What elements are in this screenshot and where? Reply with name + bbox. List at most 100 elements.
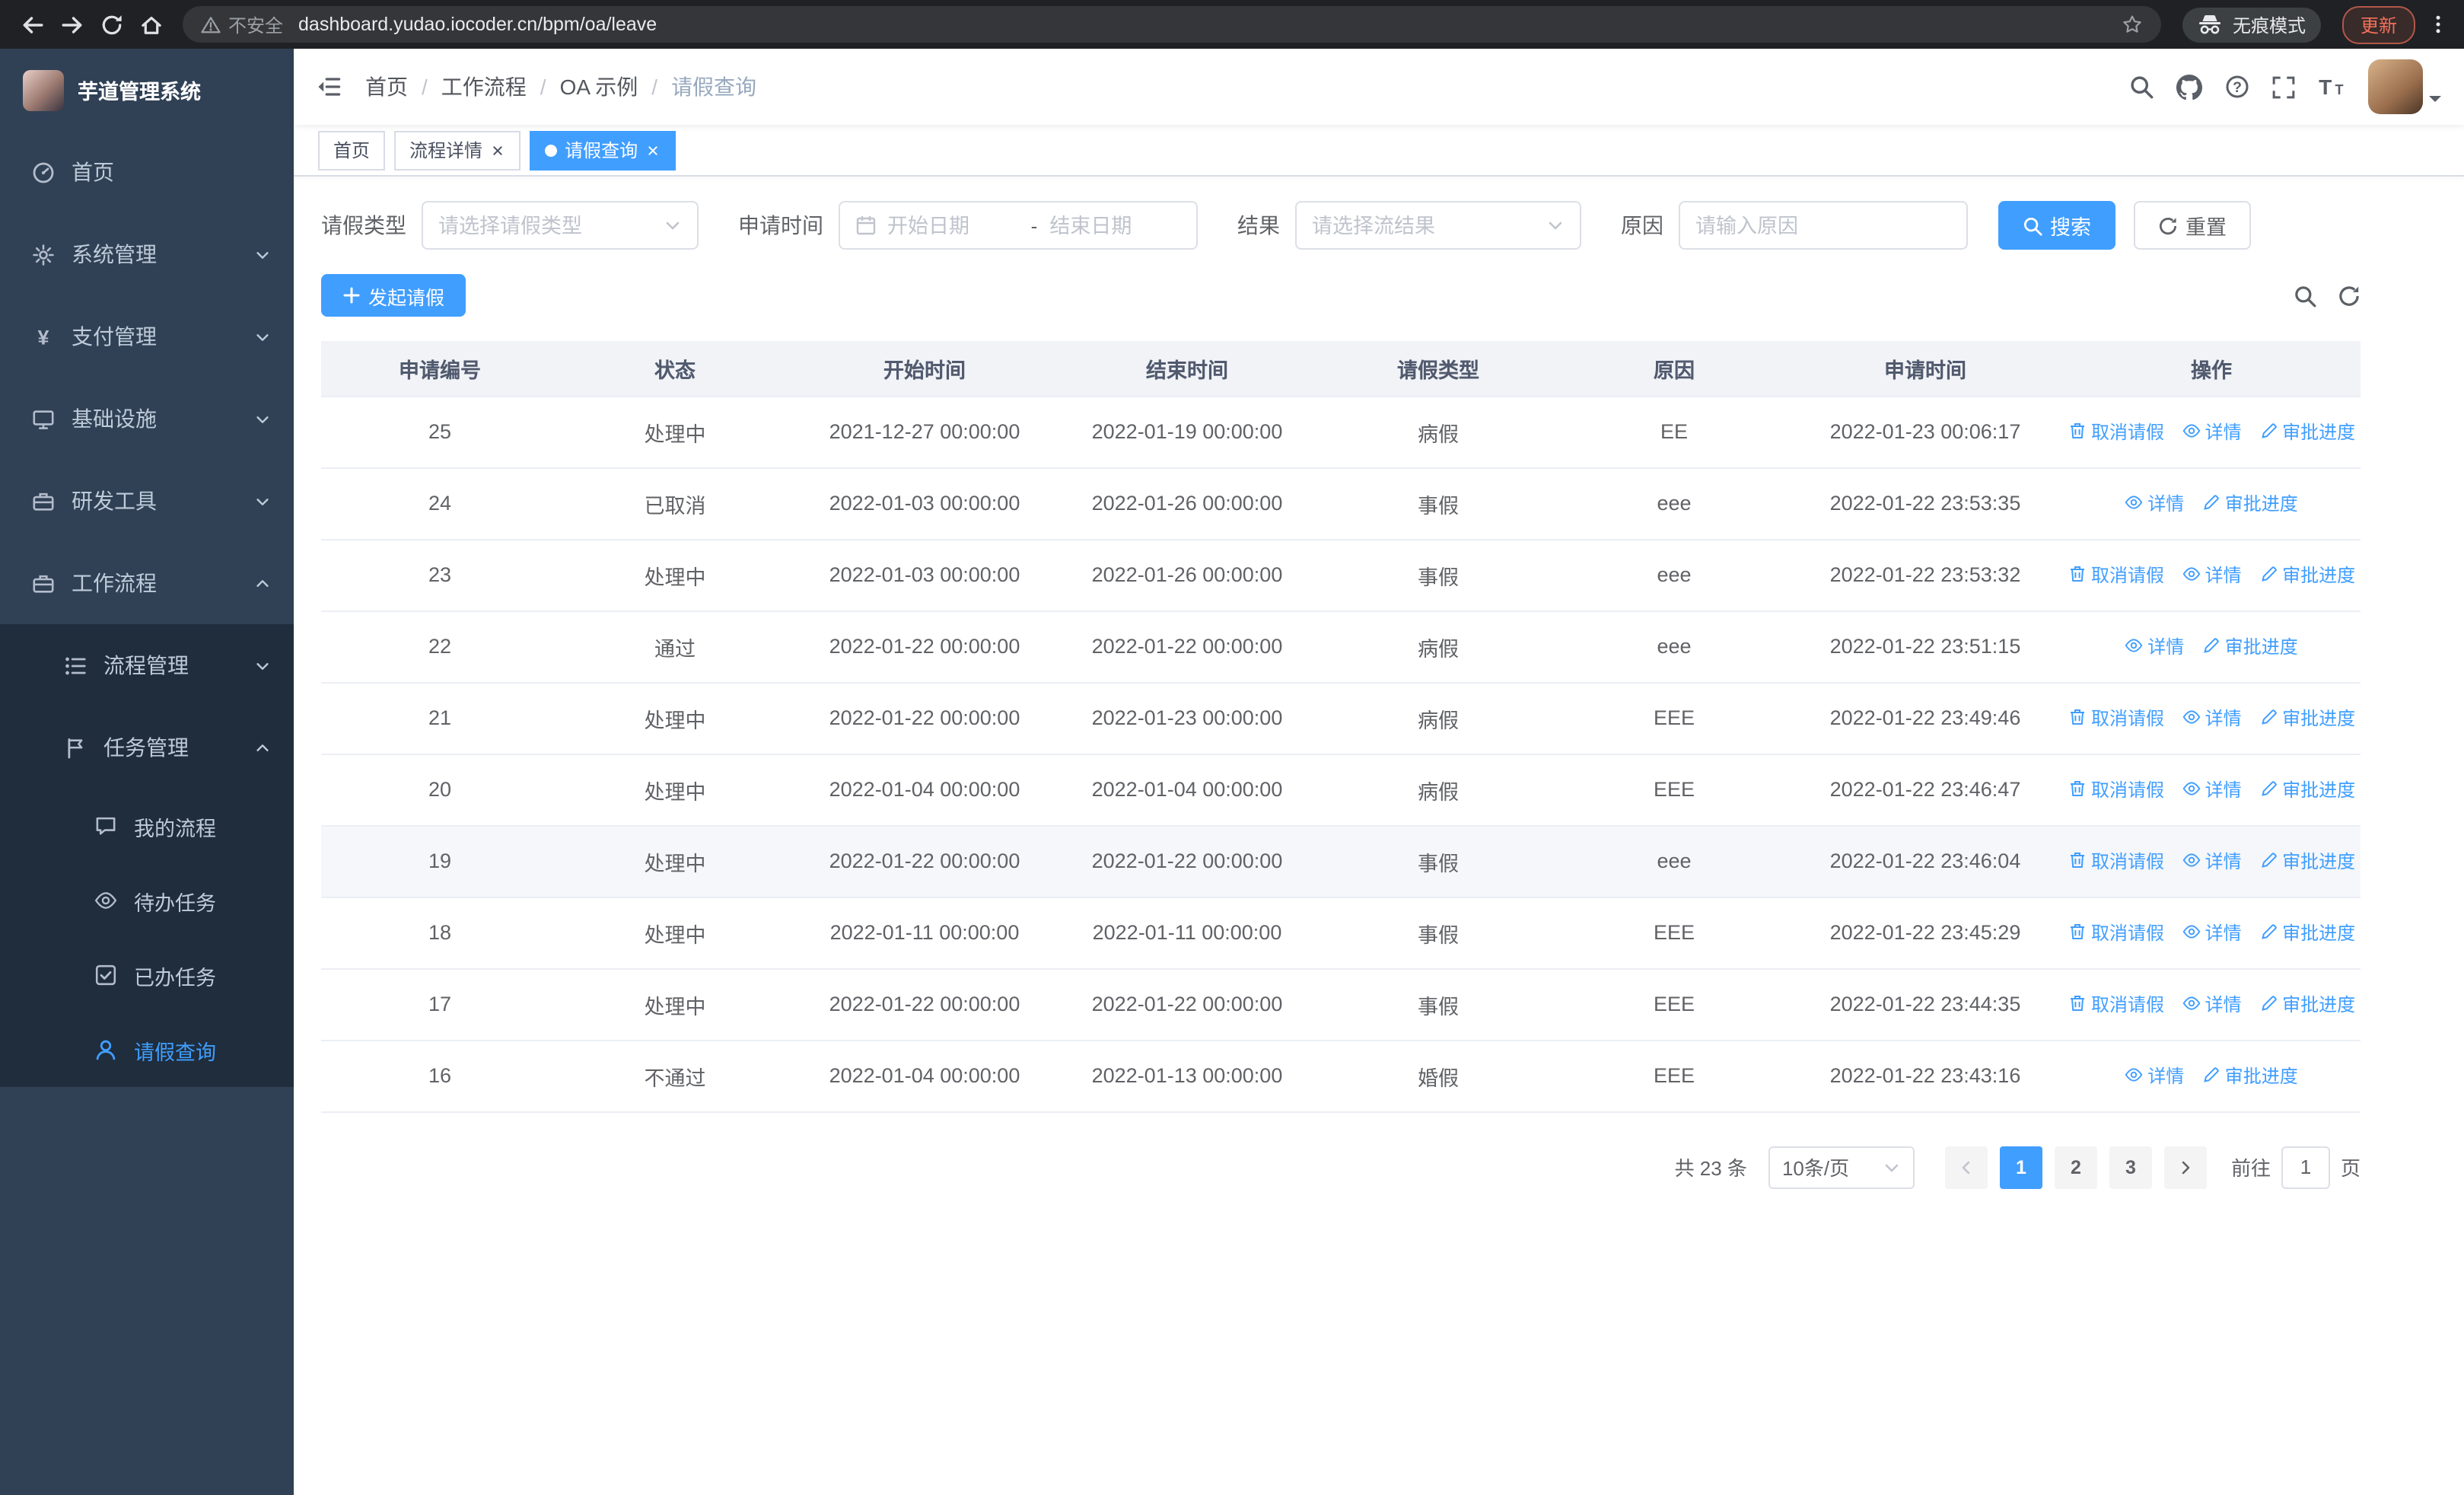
reason-field[interactable] (1679, 201, 1968, 250)
cancel-leave-link[interactable]: 取消请假 (2068, 991, 2164, 1017)
cancel-leave-link[interactable]: 取消请假 (2068, 705, 2164, 731)
sidebar-item-todo-tasks[interactable]: 待办任务 (0, 863, 294, 938)
close-icon[interactable] (645, 142, 661, 158)
goto-page-input[interactable] (2281, 1146, 2330, 1188)
sidebar-item-system[interactable]: 系统管理 (0, 213, 294, 295)
browser-forward-button[interactable] (52, 5, 91, 44)
sidebar-item-infra[interactable]: 基础设施 (0, 378, 294, 460)
refresh-table-button[interactable] (2338, 284, 2361, 307)
cancel-leave-link[interactable]: 取消请假 (2068, 920, 2164, 945)
browser-back-button[interactable] (12, 5, 52, 44)
detail-link[interactable]: 详情 (2182, 991, 2242, 1017)
breadcrumb-oa-example[interactable]: OA 示例 (560, 72, 638, 102)
approval-progress-link[interactable]: 审批进度 (2202, 490, 2298, 516)
reload-icon (100, 13, 123, 36)
close-icon[interactable] (490, 142, 505, 158)
toggle-search-button[interactable] (2294, 284, 2316, 307)
reset-button[interactable]: 重置 (2134, 201, 2251, 250)
sidebar-toggle-button[interactable] (317, 75, 341, 99)
delete-icon (2068, 566, 2087, 584)
approval-progress-link[interactable]: 审批进度 (2259, 419, 2355, 445)
sidebar-item-process-mgmt[interactable]: 流程管理 (0, 624, 294, 706)
view-icon (2182, 923, 2201, 942)
sidebar-item-label: 我的流程 (134, 817, 216, 840)
search-button[interactable]: 搜索 (1998, 201, 2115, 250)
page-size-select[interactable]: 10条/页 (1768, 1146, 1915, 1188)
approval-progress-link[interactable]: 审批进度 (2259, 991, 2355, 1017)
tab-leave-query[interactable]: 请假查询 (530, 130, 676, 170)
approval-progress-link[interactable]: 审批进度 (2202, 633, 2298, 659)
detail-link[interactable]: 详情 (2182, 920, 2242, 945)
detail-link[interactable]: 详情 (2125, 633, 2184, 659)
detail-link[interactable]: 详情 (2125, 1063, 2184, 1089)
detail-link[interactable]: 详情 (2125, 490, 2184, 516)
result-input[interactable] (1312, 214, 1537, 237)
reason-input[interactable] (1695, 214, 1951, 237)
breadcrumb-home[interactable]: 首页 (365, 72, 408, 102)
help-button[interactable] (2225, 75, 2249, 99)
sidebar-item-leave-query[interactable]: 请假查询 (0, 1012, 294, 1087)
sidebar-item-dev-tools[interactable]: 研发工具 (0, 460, 294, 542)
browser-home-button[interactable] (131, 5, 170, 44)
col-start-time: 开始时间 (791, 341, 1058, 397)
user-menu[interactable] (2368, 59, 2441, 114)
sidebar-item-done-tasks[interactable]: 已办任务 (0, 938, 294, 1012)
browser-update-button[interactable]: 更新 (2341, 5, 2415, 43)
chevron-down-icon (1883, 1158, 1901, 1176)
chevron-up-icon (254, 575, 271, 591)
view-icon (2182, 566, 2201, 584)
sidebar-item-workflow[interactable]: 工作流程 (0, 542, 294, 624)
plus-icon (342, 286, 361, 304)
approval-progress-link[interactable]: 审批进度 (2259, 776, 2355, 802)
cancel-leave-link[interactable]: 取消请假 (2068, 562, 2164, 588)
leave-type-input[interactable] (438, 214, 654, 237)
approval-progress-link[interactable]: 审批进度 (2259, 848, 2355, 874)
prev-page-button[interactable] (1944, 1146, 1988, 1188)
approval-progress-link[interactable]: 审批进度 (2259, 562, 2355, 588)
table-row: 17 处理中 2022-01-22 00:00:00 2022-01-22 00:00… (321, 968, 2361, 1041)
fullscreen-button[interactable] (2272, 75, 2295, 98)
cancel-leave-link[interactable]: 取消请假 (2068, 419, 2164, 445)
end-date-input[interactable] (1049, 214, 1181, 237)
page-button-2[interactable]: 2 (2054, 1146, 2097, 1188)
apply-time-range-picker[interactable]: - (839, 201, 1198, 250)
chevron-up-icon (254, 739, 271, 756)
security-label: 不安全 (228, 14, 284, 36)
tab-label: 流程详情 (409, 140, 483, 161)
github-link[interactable] (2176, 74, 2202, 100)
detail-link[interactable]: 详情 (2182, 562, 2242, 588)
tab-process-detail[interactable]: 流程详情 (394, 130, 521, 170)
leave-type-select[interactable] (422, 201, 699, 250)
address-bar[interactable]: 不安全 dashboard.yudao.iocoder.cn/bpm/oa/le… (183, 6, 2161, 43)
cancel-leave-link[interactable]: 取消请假 (2068, 776, 2164, 802)
header-search-button[interactable] (2129, 75, 2154, 99)
approval-progress-link[interactable]: 审批进度 (2202, 1063, 2298, 1089)
page-button-3[interactable]: 3 (2109, 1146, 2152, 1188)
start-date-input[interactable] (887, 214, 1019, 237)
sidebar-item-task-mgmt[interactable]: 任务管理 (0, 706, 294, 789)
edit-icon (2202, 637, 2220, 655)
result-select[interactable] (1295, 201, 1581, 250)
sidebar-logo[interactable]: 芋道管理系统 (0, 49, 294, 131)
sidebar-item-payment[interactable]: 支付管理 (0, 295, 294, 378)
tab-home[interactable]: 首页 (318, 130, 386, 170)
detail-link[interactable]: 详情 (2182, 848, 2242, 874)
sidebar-item-my-process[interactable]: 我的流程 (0, 789, 294, 863)
font-size-button[interactable] (2318, 75, 2345, 99)
breadcrumb-workflow[interactable]: 工作流程 (441, 72, 527, 102)
bookmark-star-button[interactable] (2122, 14, 2143, 35)
sidebar-item-home[interactable]: 首页 (0, 131, 294, 213)
cancel-leave-link[interactable]: 取消请假 (2068, 848, 2164, 874)
browser-menu-button[interactable] (2427, 14, 2449, 35)
page-button-1[interactable]: 1 (1999, 1146, 2042, 1188)
approval-progress-link[interactable]: 审批进度 (2259, 920, 2355, 945)
create-leave-button[interactable]: 发起请假 (321, 274, 466, 317)
approval-progress-link[interactable]: 审批进度 (2259, 705, 2355, 731)
security-indicator[interactable]: 不安全 (201, 11, 283, 37)
app-title: 芋道管理系统 (78, 81, 201, 104)
detail-link[interactable]: 详情 (2182, 776, 2242, 802)
detail-link[interactable]: 详情 (2182, 419, 2242, 445)
next-page-button[interactable] (2163, 1146, 2207, 1188)
detail-link[interactable]: 详情 (2182, 705, 2242, 731)
browser-reload-button[interactable] (91, 5, 131, 44)
